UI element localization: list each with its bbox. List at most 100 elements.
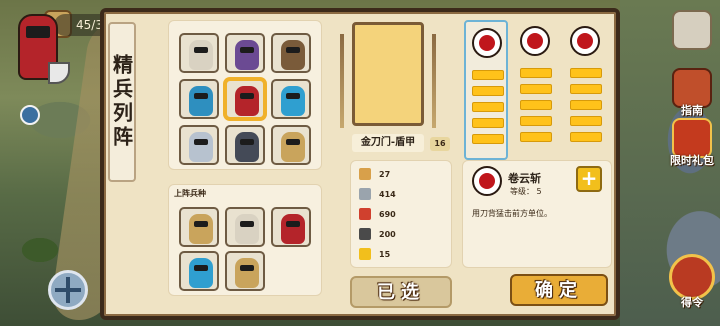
stat-row: 27: [359, 165, 390, 183]
soldier-dark-knight[interactable]: [225, 125, 265, 165]
stat-row: 200: [359, 225, 396, 243]
sword-icon: [359, 168, 371, 180]
portrait-ornament-right: [432, 34, 436, 128]
helmet-visor: [286, 47, 300, 53]
limited-gift-button[interactable]: 限时礼包: [668, 118, 716, 168]
helmet-visor: [194, 139, 208, 145]
stat-value: 690: [379, 209, 396, 219]
lineup-panel: [168, 184, 322, 296]
stat-row: 414: [359, 185, 396, 203]
helmet-visor: [240, 93, 254, 99]
skill-slot: [520, 116, 552, 126]
soldier-red-shield[interactable]: [225, 79, 265, 119]
soldier-purple-mage[interactable]: [225, 33, 265, 73]
skill-slot: [570, 116, 602, 126]
helmet-visor: [194, 93, 208, 99]
lineup-gold-knight[interactable]: [179, 207, 219, 247]
soldier-white-helm[interactable]: [179, 33, 219, 73]
soldier-cannon[interactable]: [271, 33, 311, 73]
skill-upgrade-button[interactable]: +: [576, 166, 602, 192]
soldier-figure-icon: [281, 214, 305, 244]
soldier-figure-icon: [189, 132, 213, 162]
skill-slot: [570, 132, 602, 142]
selected-button[interactable]: 已选: [350, 276, 452, 308]
helmet-visor: [194, 265, 208, 271]
skill-slot: [570, 84, 602, 94]
soldier-figure-icon: [281, 132, 305, 162]
portrait-ornament-left: [340, 34, 344, 128]
stat-value: 27: [379, 169, 391, 179]
skill-slot: [472, 70, 504, 80]
skill-description: 用刀背猛击前方单位。: [472, 209, 552, 218]
panel-title: 精兵列阵: [109, 54, 134, 150]
soldier-grid: [168, 20, 322, 170]
skill-slot: [520, 84, 552, 94]
soldier-figure-icon: [281, 40, 305, 70]
heart-icon: [359, 208, 371, 220]
lineup-red-shield[interactable]: [271, 207, 311, 247]
order-button[interactable]: 得令: [668, 254, 716, 310]
helmet-visor: [194, 47, 208, 53]
skill-name: 卷云斩: [508, 172, 541, 185]
skill-column[interactable]: [564, 20, 608, 160]
soldier-lion-warrior[interactable]: [271, 125, 311, 165]
stat-row: 690: [359, 205, 396, 223]
skill-icon: [472, 28, 502, 58]
skill-slot: [520, 100, 552, 110]
soldier-figure-icon: [235, 86, 259, 116]
helmet-visor: [240, 47, 254, 53]
order-label: 得令: [681, 296, 703, 309]
helmet-visor: [194, 221, 208, 227]
unit-name: 金刀门-盾甲: [352, 134, 424, 152]
skill-column[interactable]: [464, 20, 508, 160]
soldier-figure-icon: [281, 86, 305, 116]
guide-button[interactable]: 指南: [668, 68, 716, 118]
helmet-visor: [286, 93, 300, 99]
skill-slot: [472, 134, 504, 144]
dpad-icon[interactable]: [48, 270, 88, 310]
skill-slot: [472, 118, 504, 128]
helmet-visor: [286, 139, 300, 145]
stat-value: 200: [379, 229, 396, 239]
skill-detail-icon: [472, 166, 502, 196]
lineup-blue-knight[interactable]: [179, 251, 219, 291]
guide-label: 指南: [681, 104, 703, 117]
skill-slot: [520, 68, 552, 78]
soldier-figure-icon: [189, 40, 213, 70]
unit-level-badge: 16: [430, 137, 450, 151]
soldier-figure-icon: [235, 214, 259, 244]
title-tab: 精兵列阵: [108, 22, 136, 182]
lineup-label: 上阵兵种: [174, 189, 206, 198]
skill-level: 等级： 5: [510, 187, 542, 196]
skill-column[interactable]: [514, 20, 558, 160]
helmet-visor: [240, 265, 254, 271]
helmet-visor: [240, 139, 254, 145]
helmet-visor: [240, 221, 254, 227]
soldier-figure-icon: [235, 258, 259, 288]
skill-icon: [520, 26, 550, 56]
menu-icon: [672, 10, 712, 50]
soldier-blue-dragon[interactable]: [179, 79, 219, 119]
soldier-figure-icon: [189, 86, 213, 116]
armor-icon: [359, 228, 371, 240]
soldier-blue-knight[interactable]: [271, 79, 311, 119]
skill-icon: [570, 26, 600, 56]
menu-button[interactable]: [668, 10, 716, 50]
shield-icon: [359, 188, 371, 200]
soldier-figure-icon: [235, 40, 259, 70]
skill-slot: [520, 132, 552, 142]
lineup-lion-warrior[interactable]: [225, 251, 265, 291]
skill-slot: [472, 86, 504, 96]
soldier-figure-icon: [189, 214, 213, 244]
unit-helmet-visor: [26, 26, 50, 38]
lightning-icon: [359, 248, 371, 260]
soldier-figure-icon: [189, 258, 213, 288]
lineup-white-knight[interactable]: [225, 207, 265, 247]
map-marker-icon[interactable]: [20, 105, 40, 125]
unit-stats-panel: 27 414 690 200 15: [350, 160, 452, 268]
stat-row: 15: [359, 245, 390, 263]
unit-portrait: [352, 22, 424, 126]
confirm-button[interactable]: 确定: [510, 274, 608, 306]
soldier-silver-knight[interactable]: [179, 125, 219, 165]
stat-value: 15: [379, 249, 391, 259]
